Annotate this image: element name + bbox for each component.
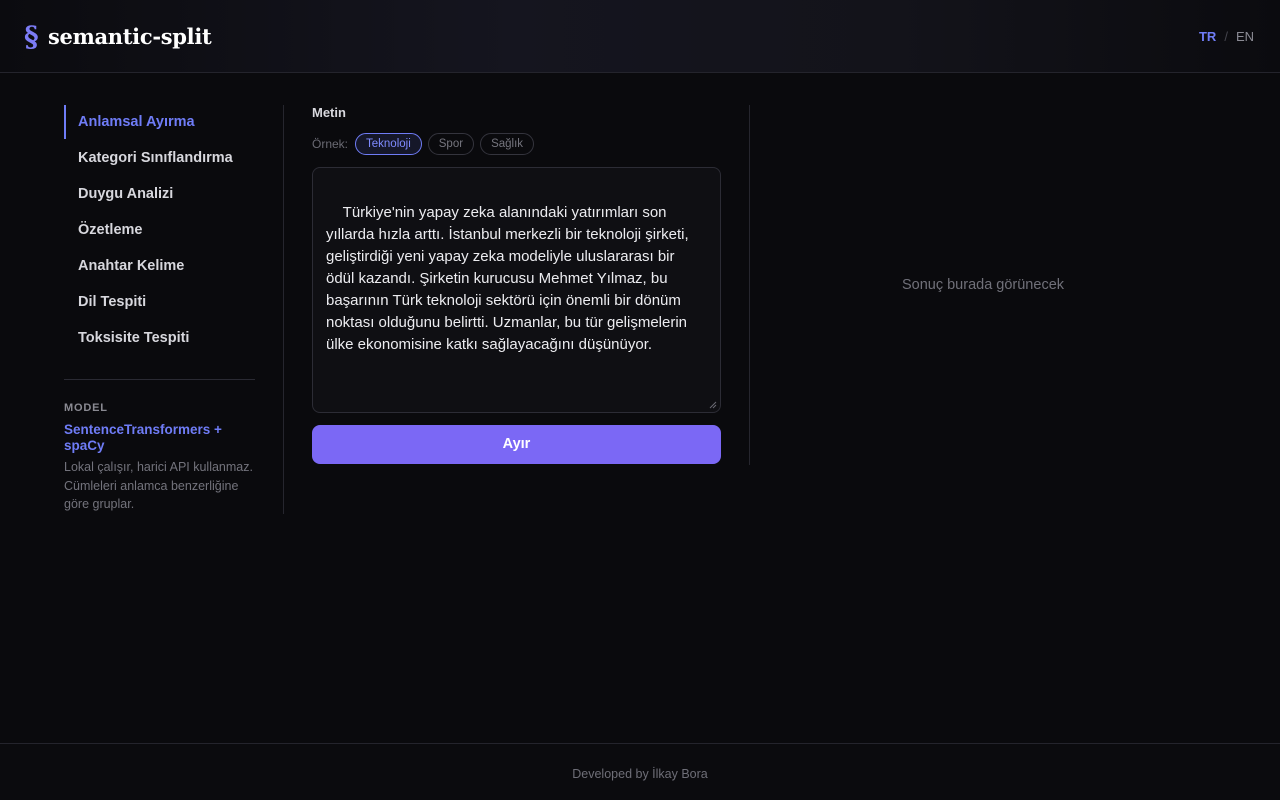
lang-separator: /	[1224, 29, 1228, 44]
example-chip-sports[interactable]: Spor	[427, 133, 475, 155]
sidebar-item-keyword[interactable]: Anahtar Kelime	[64, 249, 283, 283]
sidebar-item-semantic-split[interactable]: Anlamsal Ayırma	[64, 105, 283, 139]
sidebar: Anlamsal Ayırma Kategori Sınıflandırma D…	[64, 105, 284, 514]
input-panel: Metin Örnek: Teknoloji Spor Sağlık Türki…	[312, 105, 721, 464]
example-chip-technology[interactable]: Teknoloji	[355, 133, 422, 155]
app-name: semantic-split	[48, 24, 212, 49]
footer: Developed by İlkay Bora	[0, 743, 1280, 800]
language-switcher: TR / EN	[1199, 29, 1254, 44]
examples-label: Örnek:	[312, 137, 349, 151]
text-input-value: Türkiye'nin yapay zeka alanındaki yatırı…	[326, 204, 693, 353]
sidebar-item-language-detection[interactable]: Dil Tespiti	[64, 285, 283, 319]
model-description: Lokal çalışır, harici API kullanmaz. Cüm…	[64, 460, 253, 511]
app-header: § semantic-split TR / EN	[0, 0, 1280, 73]
text-input[interactable]: Türkiye'nin yapay zeka alanındaki yatırı…	[312, 167, 721, 413]
app-logo[interactable]: § semantic-split	[24, 20, 212, 53]
section-sign-icon: §	[24, 20, 39, 53]
lang-tr-button[interactable]: TR	[1199, 29, 1216, 44]
model-label: MODEL	[64, 402, 108, 414]
split-button[interactable]: Ayır	[312, 425, 721, 464]
sidebar-item-category-classification[interactable]: Kategori Sınıflandırma	[64, 141, 283, 175]
text-field-label: Metin	[312, 105, 346, 120]
sidebar-item-sentiment-analysis[interactable]: Duygu Analizi	[64, 177, 283, 211]
footer-credit: Developed by İlkay Bora	[572, 767, 708, 781]
sidebar-item-toxicity-detection[interactable]: Toksisite Tespiti	[64, 321, 283, 355]
lang-en-button[interactable]: EN	[1236, 29, 1254, 44]
sidebar-item-summarization[interactable]: Özetleme	[64, 213, 283, 247]
model-name: SentenceTransformers + spaCy	[64, 422, 222, 453]
result-placeholder: Sonuç burada görünecek	[901, 277, 1065, 293]
example-chips: Örnek: Teknoloji Spor Sağlık	[312, 133, 721, 155]
example-chip-health[interactable]: Sağlık	[480, 133, 535, 155]
resize-grip-icon[interactable]	[709, 401, 717, 409]
sidebar-divider	[64, 379, 255, 380]
